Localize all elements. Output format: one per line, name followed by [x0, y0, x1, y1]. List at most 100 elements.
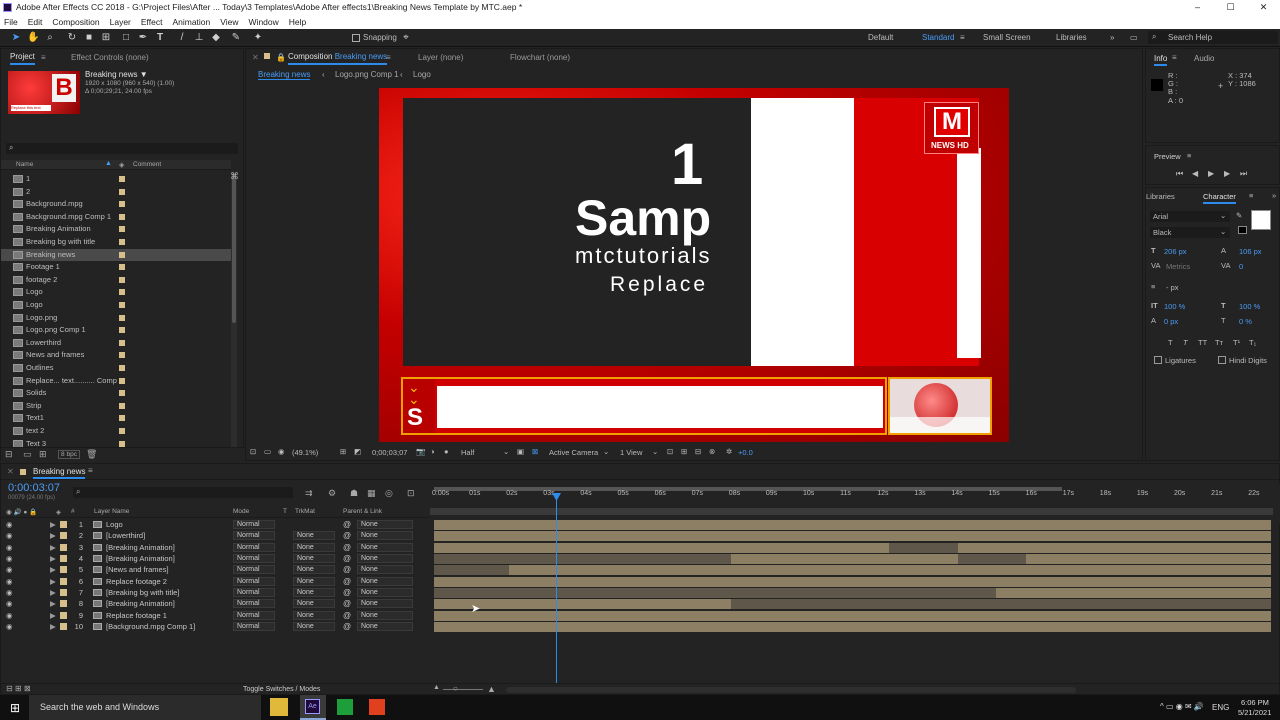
label-color[interactable] [119, 352, 125, 359]
expand-icon[interactable]: » [1272, 191, 1276, 200]
tab-layer[interactable]: Layer (none) [418, 49, 463, 67]
project-item[interactable]: Background.mpg Comp 1 [1, 211, 231, 224]
layer-name[interactable]: Logo [106, 519, 123, 530]
transparency-icon[interactable]: ◩ [354, 447, 361, 456]
eye-icon[interactable]: ◉ [6, 610, 13, 621]
col-trkmat[interactable]: TrkMat [295, 508, 315, 515]
pickwhip-icon[interactable]: @ [343, 587, 351, 598]
label-color[interactable] [119, 226, 125, 233]
project-item[interactable]: Footage 1 [1, 261, 231, 274]
character-menu-icon[interactable]: ≡ [1249, 191, 1253, 200]
tab-project[interactable]: Project [10, 48, 35, 65]
blend-mode-dropdown[interactable]: Normal [233, 531, 275, 541]
expand-triangle-icon[interactable]: ▶ [50, 542, 56, 553]
time-ruler[interactable]: 0:00s 01s 02s 03s 04s 05s 06s 07s 08s 09s 10s 11s 12… [430, 484, 1280, 524]
color-icon[interactable]: ● [444, 447, 449, 456]
project-item[interactable]: Background.mpg [1, 198, 231, 211]
eye-icon[interactable]: ◉ [6, 576, 13, 587]
expand-triangle-icon[interactable]: ▶ [50, 519, 56, 530]
label-color[interactable] [119, 440, 125, 447]
trkmat-dropdown[interactable]: None [293, 622, 335, 632]
horizontal-scale-value[interactable]: 100 % [1239, 302, 1260, 311]
label-color[interactable] [119, 201, 125, 208]
label-color[interactable] [119, 327, 125, 334]
timeline-icon[interactable]: ⊟ [695, 447, 701, 456]
project-item[interactable]: Breaking Animation [1, 223, 231, 236]
menu-effect[interactable]: Effect [141, 15, 163, 29]
menu-animation[interactable]: Animation [172, 15, 210, 29]
all-caps-button[interactable]: TT [1198, 338, 1207, 347]
clock-time[interactable]: 6:06 PM [1241, 698, 1269, 707]
show-channel-icon[interactable]: ◑ [430, 447, 435, 456]
always-preview-icon[interactable]: ⊡ [250, 447, 256, 456]
toggle-switches-modes[interactable]: Toggle Switches / Modes [243, 686, 320, 693]
zoom-tool-icon[interactable]: ⌕ [44, 32, 56, 44]
blend-mode-dropdown[interactable]: Normal [233, 542, 275, 552]
superscript-button[interactable]: T¹ [1233, 338, 1240, 347]
project-menu-icon[interactable]: ≡ [41, 49, 46, 67]
label-color[interactable] [119, 377, 125, 384]
blend-mode-dropdown[interactable]: Normal [233, 520, 275, 529]
font-family-dropdown[interactable]: Arial ⌄ [1150, 211, 1230, 222]
parent-dropdown[interactable]: None [357, 622, 413, 632]
current-time-indicator[interactable] [556, 494, 557, 684]
blend-mode-dropdown[interactable]: Normal [233, 554, 275, 564]
workspace-libraries[interactable]: Libraries [1056, 33, 1087, 42]
maximize-button[interactable]: ☐ [1214, 0, 1247, 15]
eye-icon[interactable]: ◉ [6, 621, 13, 632]
pickwhip-icon[interactable]: @ [343, 553, 351, 564]
label-color[interactable] [119, 314, 125, 321]
column-comment[interactable]: Comment [133, 161, 161, 168]
resolution-dropdown[interactable]: Half [461, 448, 474, 457]
tab-libraries[interactable]: Libraries [1146, 192, 1175, 201]
menu-composition[interactable]: Composition [52, 15, 99, 29]
eye-icon[interactable]: ◉ [6, 530, 13, 541]
region-of-interest-icon[interactable]: ▣ [517, 447, 524, 456]
clock-date[interactable]: 5/21/2021 [1238, 708, 1271, 717]
timeline-comp-tab[interactable]: Breaking news [33, 467, 86, 479]
workspace-small-screen[interactable]: Small Screen [983, 33, 1031, 42]
layer-duration-bar[interactable] [889, 542, 958, 553]
zoom-slider[interactable] [443, 689, 483, 690]
camera-tool-icon[interactable]: ■ [83, 32, 95, 44]
pickwhip-icon[interactable]: @ [343, 564, 351, 575]
workspace-default[interactable]: Default [868, 33, 893, 42]
eye-icon[interactable]: ◉ [6, 553, 13, 564]
roto-tool-icon[interactable]: ✎ [230, 32, 242, 44]
layer-label-color[interactable] [60, 566, 67, 574]
tracking-value[interactable]: 0 [1239, 262, 1243, 271]
flowchart-view-icon[interactable]: ⊗ [709, 447, 715, 456]
grid-icon[interactable]: ⊞ [340, 447, 346, 456]
menu-window[interactable]: Window [249, 15, 279, 29]
project-search-input[interactable]: ⌕ [6, 143, 238, 154]
more-workspaces-icon[interactable]: » [1110, 33, 1114, 42]
close-button[interactable]: ✕ [1247, 0, 1280, 15]
layer-duration-bar[interactable] [1026, 554, 1271, 565]
layer-switches-icon[interactable]: ⊟ ⊞ ⊠ [6, 684, 31, 693]
baseline-shift-value[interactable]: 0 px [1164, 317, 1178, 326]
lock-icon[interactable]: 🔒 [276, 49, 286, 67]
interpret-footage-icon[interactable]: ⊟ [5, 449, 13, 460]
camtasia-icon[interactable] [337, 699, 353, 715]
project-item[interactable]: text 2 [1, 425, 231, 438]
draft-3d-icon[interactable]: ⚙ [328, 488, 336, 499]
expand-triangle-icon[interactable]: ▶ [50, 530, 56, 541]
clone-tool-icon[interactable]: ⊥ [193, 32, 205, 44]
project-item[interactable]: footage 2 [1, 274, 231, 287]
project-item[interactable]: Replace... text.......... Comp 1 [1, 375, 231, 388]
column-name[interactable]: Name [16, 161, 33, 168]
view-layout-dropdown[interactable]: 1 View [620, 448, 642, 457]
project-item[interactable]: Logo [1, 299, 231, 312]
timeline-layer-row[interactable]: ◉ ▶ 4 [Breaking Animation] Normal None @ None [1, 553, 429, 564]
project-item[interactable]: Strip [1, 400, 231, 413]
timeline-layer-row[interactable]: ◉ ▶ 8 [Breaking Animation] Normal None @ None [1, 598, 429, 609]
layer-duration-bar[interactable] [434, 576, 1271, 587]
layer-duration-bar[interactable] [961, 588, 996, 599]
label-color[interactable] [119, 289, 125, 296]
flowchart-icon[interactable]: ⌘ [230, 171, 239, 182]
parent-dropdown[interactable]: None [357, 542, 413, 552]
label-color[interactable] [119, 390, 125, 397]
parent-dropdown[interactable]: None [357, 576, 413, 586]
trash-icon[interactable]: 🗑 [86, 449, 97, 460]
trkmat-dropdown[interactable]: None [293, 531, 335, 541]
